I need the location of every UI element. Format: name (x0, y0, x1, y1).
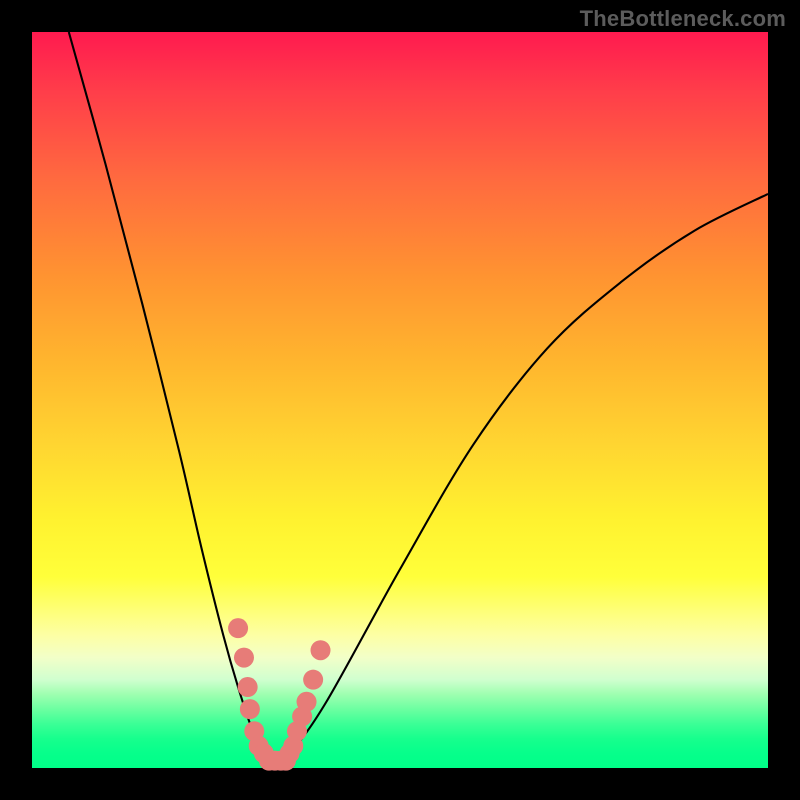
curve-svg (32, 32, 768, 768)
marker-dot (240, 699, 260, 719)
marker-group (228, 618, 330, 770)
marker-dot (234, 648, 254, 668)
marker-dot (303, 670, 323, 690)
marker-dot (297, 692, 317, 712)
chart-frame: TheBottleneck.com (0, 0, 800, 800)
marker-dot (311, 640, 331, 660)
marker-dot (238, 677, 258, 697)
plot-area (32, 32, 768, 768)
marker-dot (228, 618, 248, 638)
valley-curve (69, 32, 768, 761)
watermark-label: TheBottleneck.com (580, 6, 786, 32)
